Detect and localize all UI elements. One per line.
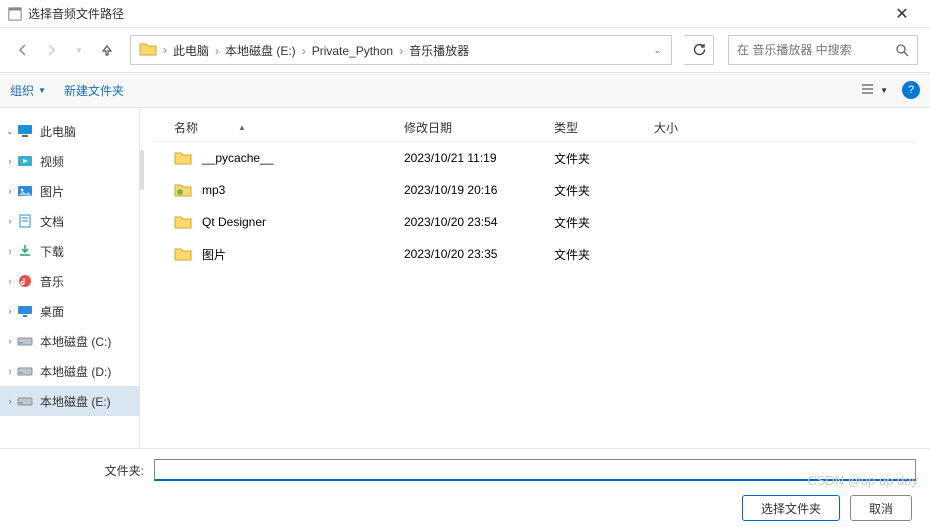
drive-icon [16, 393, 34, 409]
drive-icon [16, 363, 34, 379]
file-type: 文件夹 [554, 150, 654, 167]
folder-icon [139, 41, 157, 59]
sidebar-item[interactable]: › 音乐 [0, 266, 139, 296]
sidebar-item-label: 下载 [40, 243, 64, 260]
sidebar: ⌄ 此电脑 › 视频 › 图片 › 文档 › 下载 › 音乐 › 桌面 › 本地磁盘 (C:) › 本地磁盘 (D… [0, 108, 140, 448]
chevron-icon[interactable]: › [4, 336, 16, 346]
folder-icon [174, 182, 192, 198]
sidebar-item-label: 视频 [40, 153, 64, 170]
chevron-icon[interactable]: › [4, 246, 16, 256]
search-icon[interactable] [896, 44, 909, 57]
file-row[interactable]: Qt Designer2023/10/20 23:54文件夹 [154, 206, 916, 238]
file-name: mp3 [202, 183, 404, 197]
file-row[interactable]: 图片2023/10/20 23:35文件夹 [154, 238, 916, 270]
drive-icon [16, 333, 34, 349]
sort-indicator-icon: ▲ [238, 123, 246, 132]
search-box[interactable] [728, 35, 918, 65]
chevron-right-icon: › [397, 44, 405, 58]
sidebar-item-label: 本地磁盘 (D:) [40, 363, 111, 380]
breadcrumb-item[interactable]: 此电脑 [169, 44, 213, 58]
chevron-icon[interactable]: › [4, 396, 16, 406]
select-folder-button[interactable]: 选择文件夹 [742, 495, 840, 521]
file-row[interactable]: __pycache__2023/10/21 11:19文件夹 [154, 142, 916, 174]
sidebar-item-label: 本地磁盘 (E:) [40, 393, 111, 410]
file-type: 文件夹 [554, 182, 654, 199]
sidebar-item-label: 桌面 [40, 303, 64, 320]
help-button[interactable]: ? [902, 81, 920, 99]
file-date: 2023/10/20 23:35 [404, 247, 554, 261]
sidebar-item[interactable]: › 文档 [0, 206, 139, 236]
sidebar-item[interactable]: ⌄ 此电脑 [0, 116, 139, 146]
address-bar[interactable]: › 此电脑›本地磁盘 (E:)›Private_Python›音乐播放器 ⌄ [130, 35, 672, 65]
file-date: 2023/10/21 11:19 [404, 151, 554, 165]
sidebar-item-label: 本地磁盘 (C:) [40, 333, 111, 350]
file-date: 2023/10/20 23:54 [404, 215, 554, 229]
sidebar-item-label: 音乐 [40, 273, 64, 290]
desktop-icon [16, 303, 34, 319]
chevron-icon[interactable]: › [4, 276, 16, 286]
list-header[interactable]: 名称 ▲ 修改日期 类型 大小 [154, 114, 916, 142]
pictures-icon [16, 183, 34, 199]
chevron-icon[interactable]: › [4, 186, 16, 196]
search-input[interactable] [737, 43, 896, 57]
sidebar-item[interactable]: › 图片 [0, 176, 139, 206]
folder-icon [174, 150, 192, 166]
up-button[interactable] [96, 39, 118, 61]
breadcrumb-item[interactable]: Private_Python [308, 44, 397, 58]
chevron-right-icon: › [300, 44, 308, 58]
column-type[interactable]: 类型 [554, 119, 654, 136]
chevron-icon[interactable]: › [4, 366, 16, 376]
chevron-right-icon: › [213, 44, 221, 58]
file-name: Qt Designer [202, 215, 404, 229]
docs-icon [16, 213, 34, 229]
sidebar-item-label: 图片 [40, 183, 64, 200]
organize-menu[interactable]: 组织▼ [10, 82, 46, 99]
sidebar-item-label: 文档 [40, 213, 64, 230]
sidebar-item[interactable]: › 本地磁盘 (C:) [0, 326, 139, 356]
video-icon [16, 153, 34, 169]
folder-field-label: 文件夹: [14, 462, 154, 479]
downloads-icon [16, 243, 34, 259]
breadcrumb-item[interactable]: 音乐播放器 [405, 44, 473, 58]
chevron-icon[interactable]: ⌄ [4, 126, 16, 137]
file-row[interactable]: mp32023/10/19 20:16文件夹 [154, 174, 916, 206]
file-type: 文件夹 [554, 246, 654, 263]
sidebar-item[interactable]: › 下载 [0, 236, 139, 266]
cancel-button[interactable]: 取消 [850, 495, 912, 521]
column-size[interactable]: 大小 [654, 119, 734, 136]
view-menu[interactable]: ▼ [861, 83, 888, 97]
file-name: __pycache__ [202, 151, 404, 165]
app-icon [8, 7, 22, 21]
folder-icon [174, 246, 192, 262]
back-button[interactable] [12, 39, 34, 61]
close-button[interactable]: ✕ [882, 4, 922, 24]
address-dropdown[interactable]: ⌄ [647, 45, 667, 56]
new-folder-button[interactable]: 新建文件夹 [64, 82, 124, 99]
file-name: 图片 [202, 246, 404, 263]
window-title: 选择音频文件路径 [28, 5, 882, 22]
column-name[interactable]: 名称 [174, 119, 198, 136]
music-icon [16, 273, 34, 289]
file-type: 文件夹 [554, 214, 654, 231]
sidebar-item[interactable]: › 视频 [0, 146, 139, 176]
sidebar-item-label: 此电脑 [40, 123, 76, 140]
folder-name-input[interactable] [154, 459, 916, 481]
breadcrumb-item[interactable]: 本地磁盘 (E:) [221, 44, 300, 58]
refresh-button[interactable] [684, 35, 714, 65]
file-date: 2023/10/19 20:16 [404, 183, 554, 197]
sidebar-item[interactable]: › 本地磁盘 (E:) [0, 386, 139, 416]
folder-icon [174, 214, 192, 230]
sidebar-item[interactable]: › 桌面 [0, 296, 139, 326]
recent-dropdown[interactable]: ▼ [68, 39, 90, 61]
file-list: 名称 ▲ 修改日期 类型 大小 __pycache__2023/10/21 11:… [140, 108, 930, 448]
sidebar-item[interactable]: › 本地磁盘 (D:) [0, 356, 139, 386]
pc-icon [16, 123, 34, 139]
chevron-icon[interactable]: › [4, 156, 16, 166]
column-date[interactable]: 修改日期 [404, 119, 554, 136]
chevron-icon[interactable]: › [4, 306, 16, 316]
chevron-icon[interactable]: › [4, 216, 16, 226]
chevron-right-icon: › [161, 43, 169, 57]
forward-button[interactable] [40, 39, 62, 61]
